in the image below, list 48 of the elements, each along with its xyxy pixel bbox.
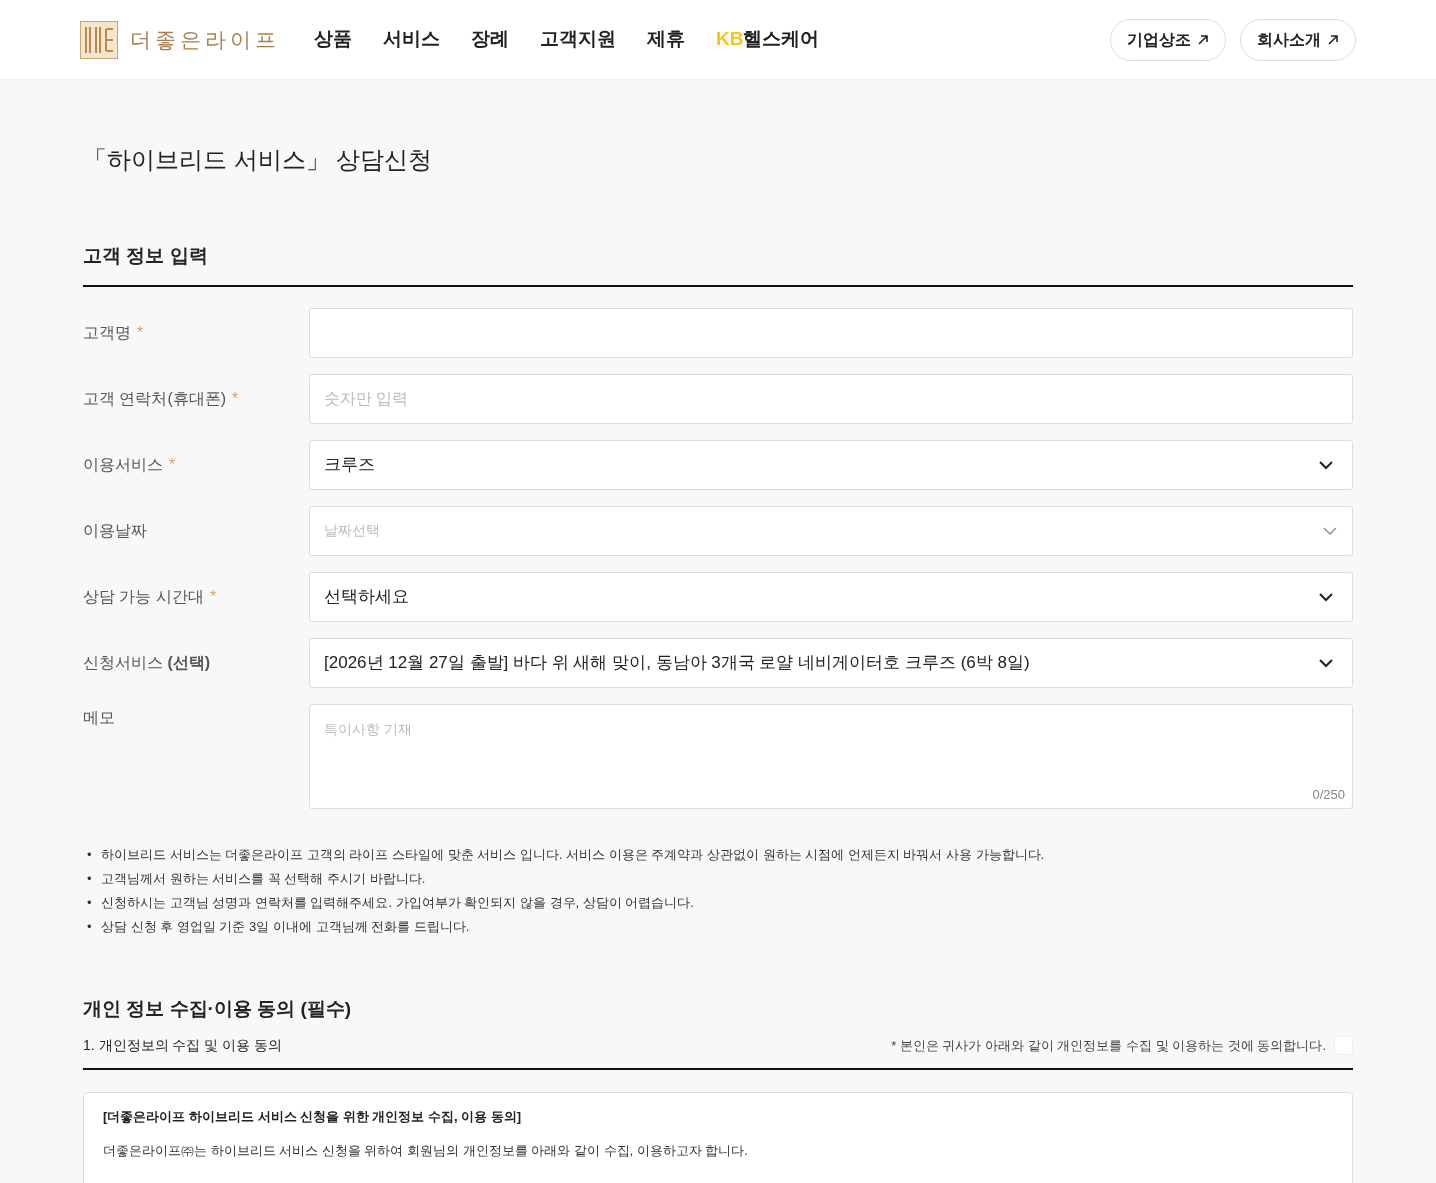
nav-link[interactable]: 서비스 <box>383 25 440 54</box>
consent-box-title: [더좋은라이프 하이브리드 서비스 신청을 위한 개인정보 수집, 이용 동의] <box>103 1108 523 1126</box>
nav-link[interactable]: 장례 <box>471 25 509 54</box>
section-heading: 개인 정보 수집·이용 동의 (필수) <box>83 996 353 1021</box>
consent-agree-text: * 본인은 귀사가 아래와 같이 개인정보를 수집 및 이용하는 것에 동의합니다. <box>891 1036 1326 1055</box>
nav-link[interactable]: 상품 <box>314 25 352 54</box>
select-field[interactable]: 선택하세요 <box>309 571 1353 622</box>
header-button[interactable]: 기업상조 <box>1110 18 1226 61</box>
chevron-down-icon <box>1318 459 1334 470</box>
field-label: 신청서비스 (선택) <box>83 652 211 673</box>
section-heading: 고객 정보 입력 <box>83 242 1353 287</box>
char-counter: 0/250 <box>1312 786 1345 804</box>
text-field[interactable]: 숫자만 입력 <box>309 373 1353 424</box>
page-title: 「하이브리드 서비스」 상담신청 <box>83 145 434 175</box>
field-label: 고객 연락처(휴대폰) <box>83 388 227 409</box>
notice-item: 고객님께서 원하는 서비스를 꼭 선택해 주시기 바랍니다. <box>101 869 426 888</box>
bullet: • <box>86 845 93 864</box>
arrow-up-right-icon <box>1327 33 1339 46</box>
required-asterisk: * <box>209 586 217 607</box>
header-button[interactable]: 회사소개 <box>1240 18 1356 61</box>
field-label: 상담 가능 시간대 <box>83 586 204 607</box>
field-label: 메모 <box>83 707 115 728</box>
notice-item: 신청하시는 고객님 성명과 연락처를 입력해주세요. 가입여부가 확인되지 않을 경우, 상담이 어렵습니다. <box>101 893 694 912</box>
nav-link[interactable]: 제휴 <box>647 25 685 54</box>
field-label: 고객명 <box>83 322 131 343</box>
bullet: • <box>86 869 93 888</box>
consent-item-title: 1. 개인정보의 수집 및 이용 동의 <box>83 1036 283 1055</box>
required-asterisk: * <box>169 454 176 475</box>
chevron-down-icon <box>1318 591 1334 602</box>
field-label: 이용날짜 <box>83 520 147 541</box>
select-field[interactable]: 크루즈 <box>309 439 1353 490</box>
chevron-down-icon <box>1318 657 1334 668</box>
nav-link[interactable]: KB헬스케어 <box>716 25 820 54</box>
text-field[interactable] <box>309 307 1353 358</box>
nav-link[interactable]: 고객지원 <box>540 25 616 54</box>
required-asterisk: * <box>137 322 144 343</box>
required-asterisk: * <box>232 388 239 409</box>
logo-icon <box>80 20 118 59</box>
logo-text: 더좋은라이프 <box>130 26 280 53</box>
notice-item: 상담 신청 후 영업일 기준 3일 이내에 고객님께 전화를 드립니다. <box>101 917 470 936</box>
arrow-up-right-icon <box>1197 33 1209 46</box>
notice-item: 하이브리드 서비스는 더좋은라이프 고객의 라이프 스타일에 맞춘 서비스 입니다. 서비스 이용은 주계약과 상관없이 원하는 시점에 언제든지 바꿔서 사용 가능합니다. <box>101 845 1045 864</box>
field-label: 이용서비스 <box>83 454 163 475</box>
chevron-down-icon <box>1322 525 1338 536</box>
bullet: • <box>86 893 93 912</box>
select-field[interactable]: [2026년 12월 27일 출발] 바다 위 새해 맞이, 동남아 3개국 로얄 네비게이터호 크루즈 (6박 8일) <box>309 637 1353 688</box>
bullet: • <box>86 917 93 936</box>
consent-box-text: 더좋은라이프㈜는 하이브리드 서비스 신청을 위하여 회원님의 개인정보를 아래와 같이 수집, 이용하고자 합니다. <box>103 1141 749 1160</box>
